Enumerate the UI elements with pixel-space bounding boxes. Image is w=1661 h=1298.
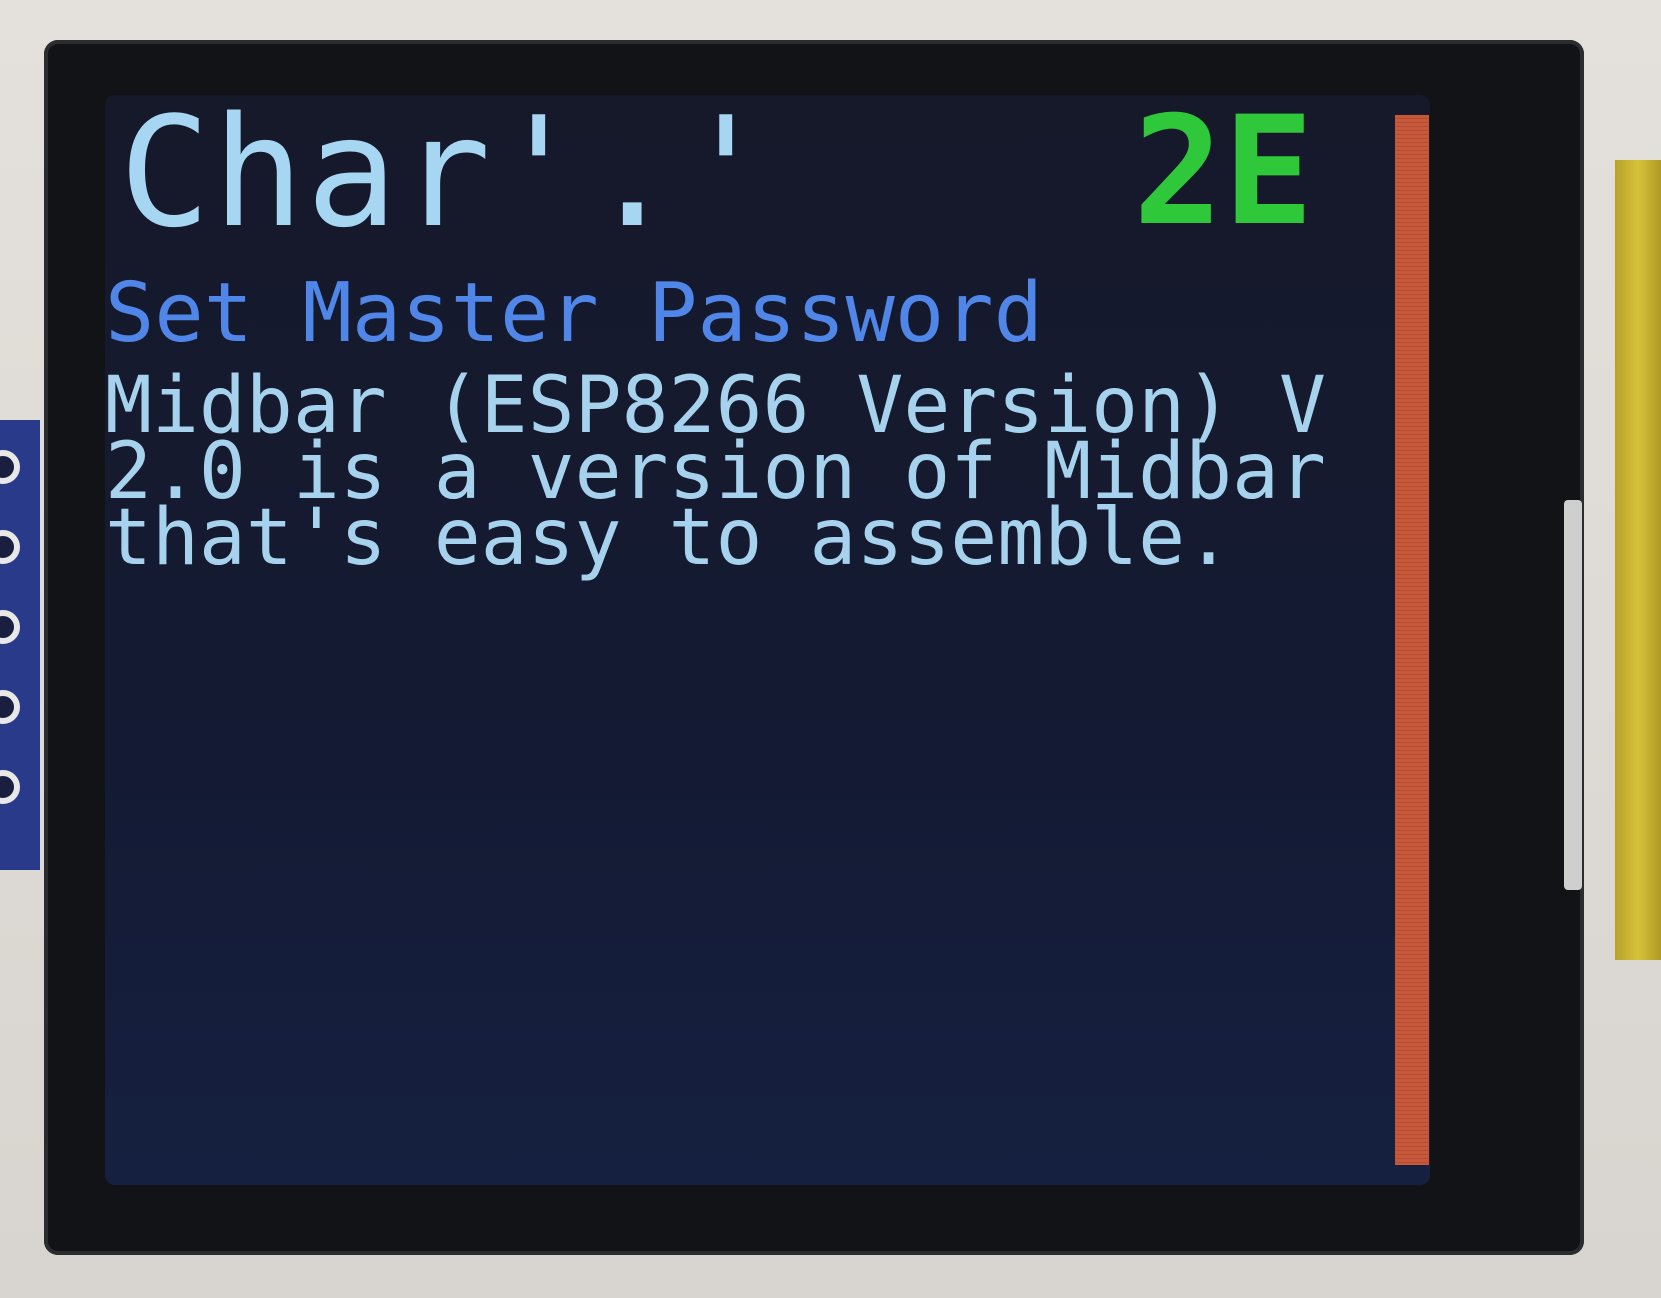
scrollbar[interactable] [1395,115,1429,1165]
bezel-slot [1564,500,1582,890]
device-frame: Char'.' 2E Set Master Password Midbar (E… [0,0,1661,1298]
char-code: 2E [1133,95,1314,259]
pcb-edge [0,420,40,870]
lcd-screen: Char'.' 2E Set Master Password Midbar (E… [105,95,1430,1185]
header-pin [0,770,20,804]
screen-subtitle: Set Master Password [105,266,1043,361]
flex-cable [1615,160,1661,960]
char-label: Char'.' [119,95,774,261]
header-pin [0,690,20,724]
header-pin [0,450,20,484]
header-pin [0,530,20,564]
message-text: Midbar (ESP8266 Version) V 2.0 is a vers… [105,361,1420,583]
header-pin [0,610,20,644]
